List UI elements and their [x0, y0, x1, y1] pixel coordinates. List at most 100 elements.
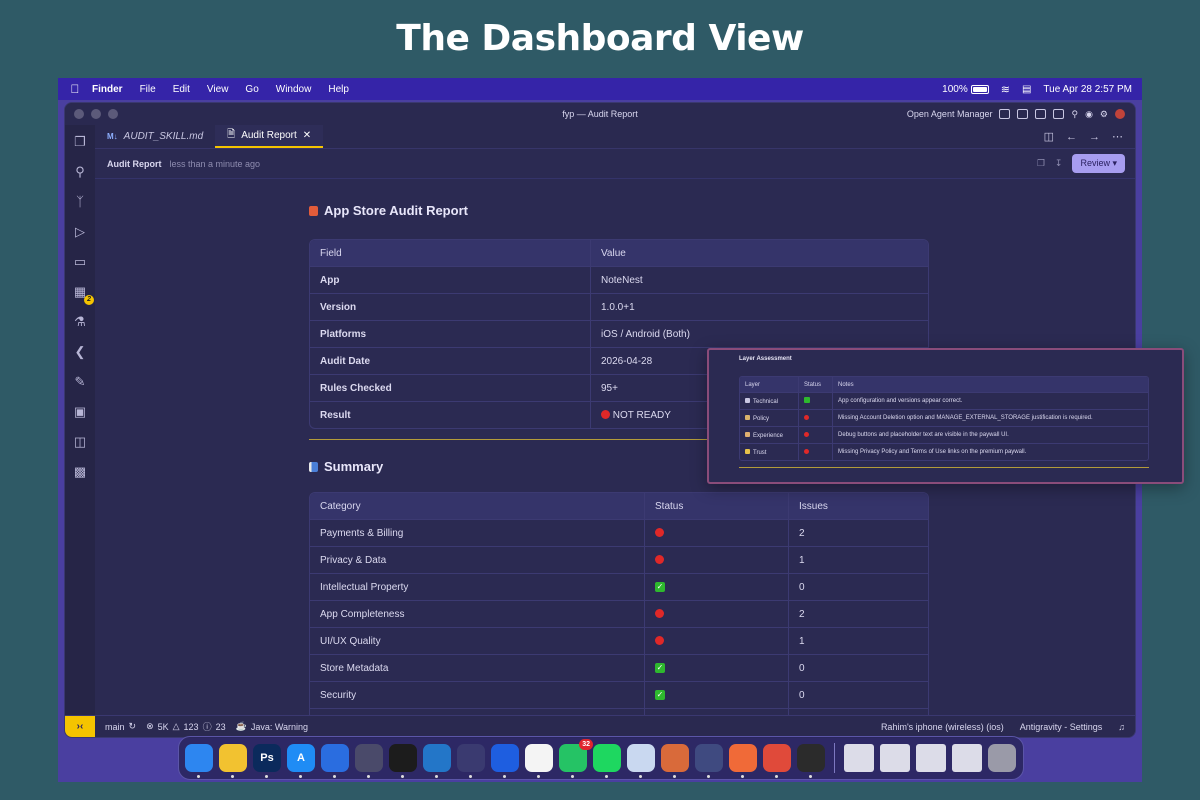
- device-selector[interactable]: Rahim's iphone (wireless) (ios): [881, 722, 1004, 732]
- window-thumbnail-1[interactable]: [844, 744, 874, 772]
- field-cell: Result: [310, 401, 590, 428]
- apple-icon[interactable]: : [58, 82, 92, 96]
- table-row: App NoteNest: [310, 266, 928, 293]
- trash-icon[interactable]: [988, 744, 1016, 772]
- extensions-icon[interactable]: ▦ 2: [71, 283, 94, 305]
- preview-icon[interactable]: ◫: [71, 433, 89, 451]
- arrow-right-icon[interactable]: →: [1089, 131, 1100, 143]
- testing-icon[interactable]: ⚗: [71, 313, 89, 331]
- browser-icon[interactable]: ◉: [1085, 109, 1093, 120]
- menu-edit[interactable]: Edit: [173, 84, 190, 95]
- bell-icon[interactable]: ♫: [1118, 722, 1125, 732]
- panel-toggle-icon[interactable]: [1035, 109, 1047, 119]
- account-avatar[interactable]: [1115, 109, 1125, 119]
- xcode-icon[interactable]: [355, 744, 383, 778]
- error-icon: ⊗: [146, 721, 154, 731]
- minimize-window-button[interactable]: [91, 109, 101, 119]
- explorer-icon[interactable]: ❐: [71, 133, 89, 151]
- vscode-icon[interactable]: [423, 744, 451, 778]
- window-thumbnail-2[interactable]: [880, 744, 910, 772]
- postgres-icon[interactable]: [627, 744, 655, 778]
- menu-view[interactable]: View: [207, 84, 229, 95]
- dock: Ps A 32: [178, 736, 1024, 780]
- check-mark-icon: [804, 397, 810, 403]
- layout-icon[interactable]: [999, 109, 1011, 119]
- table-row: Version 1.0.0+1: [310, 293, 928, 320]
- tab-audit-report[interactable]: 🗎 Audit Report ✕: [215, 125, 324, 148]
- java-status[interactable]: ☕ Java: Warning: [236, 721, 308, 732]
- mac-menu-bar:  Finder File Edit View Go Window Help 1…: [58, 78, 1142, 100]
- table-row: Privacy & Data 1: [310, 546, 928, 573]
- issues-cell: 1: [788, 627, 928, 654]
- menu-window[interactable]: Window: [276, 84, 312, 95]
- source-control-icon[interactable]: ᛉ: [71, 193, 89, 211]
- status-cell: [644, 519, 788, 546]
- secondary-sidebar-icon[interactable]: [1053, 109, 1065, 119]
- app-store-icon[interactable]: A: [287, 744, 315, 778]
- menu-help[interactable]: Help: [328, 84, 349, 95]
- menu-bar-status: 100% ≋ ▤ Tue Apr 28 2:57 PM: [930, 83, 1142, 96]
- control-center-icon[interactable]: ▤: [1022, 84, 1031, 95]
- sidebar-toggle-icon[interactable]: [1017, 109, 1029, 119]
- scan-icon[interactable]: ▣: [71, 403, 89, 421]
- category-cell: Intellectual Property: [310, 573, 644, 600]
- menu-finder[interactable]: Finder: [92, 84, 123, 95]
- layer-cell: Trust: [740, 443, 798, 460]
- claude-icon[interactable]: [661, 744, 689, 778]
- github-icon[interactable]: [389, 744, 417, 778]
- split-editor-icon[interactable]: ◫: [1044, 130, 1054, 143]
- category-cell: Store Metadata: [310, 654, 644, 681]
- review-button[interactable]: Review ▾: [1072, 154, 1125, 173]
- antigravity-icon[interactable]: [457, 744, 485, 778]
- download-icon[interactable]: ↧: [1055, 158, 1063, 169]
- search-icon[interactable]: ⚲: [71, 163, 89, 181]
- simulator-icon[interactable]: [695, 744, 723, 778]
- running-indicator: [741, 775, 744, 778]
- info-count: 23: [215, 721, 226, 732]
- gear-icon[interactable]: ⚙: [1100, 109, 1108, 120]
- running-indicator: [333, 775, 336, 778]
- layer-cell: Policy: [740, 409, 798, 426]
- window-thumbnail-3[interactable]: [916, 744, 946, 772]
- zoom-window-button[interactable]: [108, 109, 118, 119]
- whatsapp-icon[interactable]: 32: [559, 739, 593, 778]
- run-debug-icon[interactable]: ▷: [71, 223, 89, 241]
- red-circle-icon: [655, 528, 664, 538]
- finder-icon[interactable]: [185, 744, 213, 778]
- arrow-left-icon[interactable]: ←: [1066, 131, 1077, 143]
- spotify-icon[interactable]: [593, 744, 621, 778]
- menu-go[interactable]: Go: [245, 84, 258, 95]
- kanban-icon[interactable]: ▩: [71, 463, 89, 481]
- search-icon[interactable]: ⚲: [1071, 109, 1078, 120]
- remote-explorer-icon[interactable]: ▭: [71, 253, 89, 271]
- tab-audit-skill[interactable]: M↓ AUDIT_SKILL.md: [95, 125, 215, 148]
- more-icon[interactable]: ⋯: [1112, 130, 1123, 143]
- settings-status[interactable]: Antigravity - Settings: [1020, 722, 1103, 732]
- close-icon[interactable]: ✕: [303, 130, 311, 141]
- titlebar-actions: Open Agent Manager ⚲ ◉ ⚙: [907, 109, 1135, 120]
- close-window-button[interactable]: [74, 109, 84, 119]
- photoshop-icon[interactable]: Ps: [253, 744, 281, 778]
- battery-indicator[interactable]: 100%: [942, 84, 989, 95]
- window-thumbnail-4[interactable]: [952, 744, 982, 772]
- pen-icon[interactable]: ✎: [71, 373, 89, 391]
- chrome-icon[interactable]: [763, 744, 791, 778]
- qr-icon[interactable]: [525, 744, 553, 778]
- flutter-icon[interactable]: ❮: [71, 343, 89, 361]
- open-agent-manager-button[interactable]: Open Agent Manager: [907, 109, 993, 119]
- branch-indicator[interactable]: main ↻: [105, 721, 136, 732]
- status-cell: [798, 392, 832, 409]
- terminal-icon[interactable]: [797, 744, 825, 778]
- safari-icon[interactable]: [491, 744, 519, 778]
- menu-clock[interactable]: Tue Apr 28 2:57 PM: [1043, 84, 1132, 95]
- copy-icon[interactable]: ❐: [1037, 158, 1045, 169]
- postman-icon[interactable]: [729, 744, 757, 778]
- remote-indicator[interactable]: ›‹: [65, 715, 95, 737]
- coffee-icon: ☕: [235, 721, 247, 731]
- result-value: NOT READY: [612, 409, 671, 421]
- menu-file[interactable]: File: [140, 84, 156, 95]
- files-icon[interactable]: [321, 744, 349, 778]
- problems-indicator[interactable]: ⊗ 5K △ 123 ⓘ 23: [146, 720, 226, 733]
- wifi-icon[interactable]: ≋: [1001, 83, 1010, 96]
- notes-icon[interactable]: [219, 744, 247, 778]
